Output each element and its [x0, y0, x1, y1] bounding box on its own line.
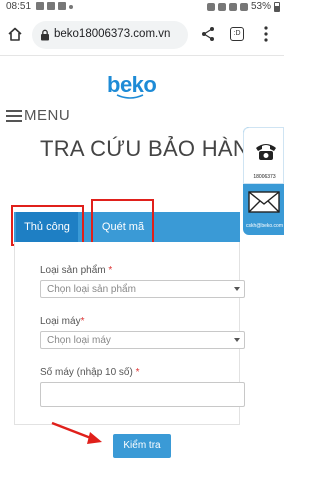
app-notification-icon — [58, 2, 66, 10]
product-type-placeholder: Chọn loại sản phẩm — [47, 284, 136, 295]
phone-contact[interactable]: 18006373 — [243, 127, 284, 184]
wifi-icon — [228, 2, 237, 11]
red-arrow-annotation — [51, 421, 102, 444]
lock-icon — [41, 29, 49, 41]
share-icon[interactable] — [200, 26, 216, 42]
address-bar[interactable]: beko18006373.com.vn — [32, 21, 188, 49]
highlight-box-scan — [91, 199, 154, 245]
chevron-down-icon — [234, 287, 240, 291]
logo-swoosh — [116, 94, 144, 99]
home-icon[interactable] — [6, 25, 24, 43]
check-button[interactable]: Kiểm tra — [113, 434, 171, 458]
phone-number: 18006373 — [253, 174, 276, 180]
system-icons: 53% — [206, 1, 280, 12]
machine-type-placeholder: Chọn loại máy — [47, 335, 111, 346]
menu-label[interactable]: MENU — [24, 107, 70, 124]
status-time: 08:51 — [6, 1, 32, 12]
highlight-box-manual — [11, 205, 84, 246]
status-bar: 08:51 53% — [0, 0, 284, 14]
contact-widget: 18006373 cskh@beko.com — [243, 127, 284, 235]
machine-type-label: Loại máy* — [40, 316, 85, 327]
product-type-select[interactable]: Chọn loại sản phẩm — [40, 280, 245, 298]
serial-input[interactable] — [40, 382, 245, 407]
alarm-icon — [206, 2, 215, 11]
hamburger-menu-icon[interactable] — [6, 110, 22, 122]
phone-icon — [256, 144, 276, 160]
serial-label: Số máy (nhập 10 số) * — [40, 367, 140, 378]
machine-type-select[interactable]: Chọn loại máy — [40, 331, 245, 349]
browser-toolbar: beko18006373.com.vn :D — [0, 14, 284, 56]
battery-icon — [274, 1, 280, 12]
page-title: TRA CỨU BẢO HÀNH — [40, 136, 266, 161]
chevron-down-icon — [234, 338, 240, 342]
more-options-icon[interactable] — [264, 26, 268, 42]
notification-icons — [36, 2, 73, 10]
battery-level: 53% — [250, 1, 271, 12]
product-type-label: Loại sản phẩm * — [40, 265, 113, 276]
mail-notification-icon — [47, 2, 55, 10]
gallery-notification-icon — [36, 2, 44, 10]
signal-icon — [239, 2, 248, 11]
email-address: cskh@beko.com — [245, 223, 284, 229]
more-notifications-icon — [69, 5, 73, 9]
mute-icon — [217, 2, 226, 11]
mail-icon[interactable] — [248, 189, 280, 215]
tab-switcher-icon[interactable]: :D — [230, 27, 244, 41]
url-text: beko18006373.com.vn — [54, 28, 171, 40]
